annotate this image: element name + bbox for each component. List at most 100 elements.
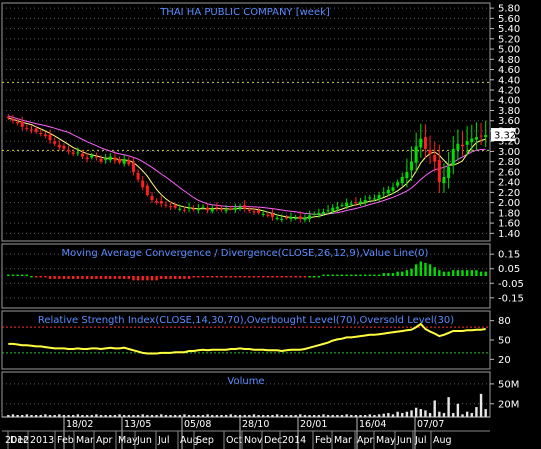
macd-bar xyxy=(438,270,441,276)
volume-bar xyxy=(438,411,441,417)
x-axis-month-label: Mar xyxy=(76,435,94,446)
candle-body xyxy=(150,195,154,201)
macd-bar xyxy=(359,274,362,277)
candle-body xyxy=(331,207,335,212)
macd-tick-label: -0.05 xyxy=(498,279,524,290)
candle-body xyxy=(90,155,94,158)
macd-bar xyxy=(95,276,98,279)
candle-body xyxy=(201,206,205,208)
candle-body xyxy=(470,138,474,143)
candle-body xyxy=(220,208,224,210)
macd-bar xyxy=(192,276,195,278)
x-axis-date-label: 13/05 xyxy=(124,419,151,430)
x-axis-date-label: 16/04 xyxy=(359,419,386,430)
macd-bar xyxy=(414,264,418,276)
macd-bar xyxy=(405,270,409,276)
macd-bar xyxy=(294,276,297,278)
candle-body xyxy=(62,145,66,149)
candle-body xyxy=(465,141,469,145)
x-axis-month-label: Jun xyxy=(396,435,412,446)
macd-bar xyxy=(178,276,181,279)
x-axis-date-label: 18/02 xyxy=(66,419,93,430)
candle-body xyxy=(275,217,279,219)
macd-bar xyxy=(424,262,427,276)
macd-bar xyxy=(354,274,358,277)
candle-body xyxy=(224,209,228,211)
candle-body xyxy=(284,217,288,219)
macd-bar xyxy=(275,276,279,278)
candle-body xyxy=(11,119,15,121)
candle-body xyxy=(321,211,325,214)
candle-body xyxy=(372,198,376,200)
volume-bar xyxy=(419,409,422,417)
stock-chart: 5.805.605.405.205.004.804.604.404.204.00… xyxy=(0,0,541,449)
volume-bar xyxy=(447,397,450,417)
candle-body xyxy=(141,180,145,188)
candle-body xyxy=(247,209,251,211)
candle-body xyxy=(16,121,20,124)
candle-body xyxy=(396,182,400,186)
macd-bar xyxy=(447,271,450,276)
candle-body xyxy=(340,205,344,207)
candle-body xyxy=(238,206,242,209)
candle-body xyxy=(317,212,321,215)
candle-body xyxy=(442,177,446,184)
macd-bar xyxy=(16,274,19,277)
macd-bar xyxy=(248,276,251,278)
macd-bar xyxy=(373,274,376,277)
candle-body xyxy=(131,162,135,172)
volume-tick-label: 50M xyxy=(498,379,519,390)
macd-bar xyxy=(377,274,381,277)
macd-bar xyxy=(470,270,473,276)
macd-bar xyxy=(456,270,460,276)
x-axis-month-label: Sep xyxy=(196,435,214,446)
macd-bar xyxy=(452,270,455,276)
candle-body xyxy=(196,208,200,211)
volume-bar xyxy=(484,409,487,417)
macd-bar xyxy=(363,274,367,277)
macd-bar xyxy=(340,274,344,277)
candle-body xyxy=(20,121,24,127)
x-axis-month-label: 2014 xyxy=(282,435,306,446)
macd-bar xyxy=(11,274,15,277)
x-axis-month-label: Nov xyxy=(244,435,263,446)
volume-bar xyxy=(405,411,409,417)
macd-bar xyxy=(289,276,293,278)
x-axis-month-label: Oct xyxy=(226,435,243,446)
candle-body xyxy=(229,208,233,210)
macd-bar xyxy=(155,276,158,281)
candle-body xyxy=(159,201,163,204)
candle-body xyxy=(294,217,298,219)
macd-bar xyxy=(262,276,265,278)
candle-body xyxy=(410,161,414,171)
candle-body xyxy=(266,214,270,216)
macd-bar xyxy=(303,276,307,278)
volume-bar xyxy=(456,403,460,417)
volume-bar xyxy=(479,393,483,417)
macd-bar xyxy=(266,276,270,278)
macd-bar xyxy=(229,276,232,278)
candle-body xyxy=(80,153,84,157)
candle-body xyxy=(173,205,177,208)
candle-body xyxy=(289,216,293,219)
macd-bar xyxy=(396,271,399,276)
candle-body xyxy=(419,138,423,148)
candle-body xyxy=(405,171,409,179)
candle-body xyxy=(423,137,427,149)
macd-bar xyxy=(150,276,154,281)
macd-bar xyxy=(85,276,89,279)
candle-body xyxy=(257,210,261,213)
candle-body xyxy=(386,189,390,194)
candle-body xyxy=(108,156,112,161)
macd-bar xyxy=(336,274,339,277)
price-tick-label: 1.40 xyxy=(498,229,520,240)
macd-bar xyxy=(313,276,316,278)
macd-bar xyxy=(53,276,56,279)
macd-bar xyxy=(146,276,149,281)
candle-body xyxy=(433,155,437,162)
candle-body xyxy=(113,157,117,161)
macd-tick-label: -0.15 xyxy=(498,293,524,304)
x-axis-month-label: Feb xyxy=(57,435,74,446)
volume-bar xyxy=(475,407,478,417)
candle-body xyxy=(451,148,455,166)
